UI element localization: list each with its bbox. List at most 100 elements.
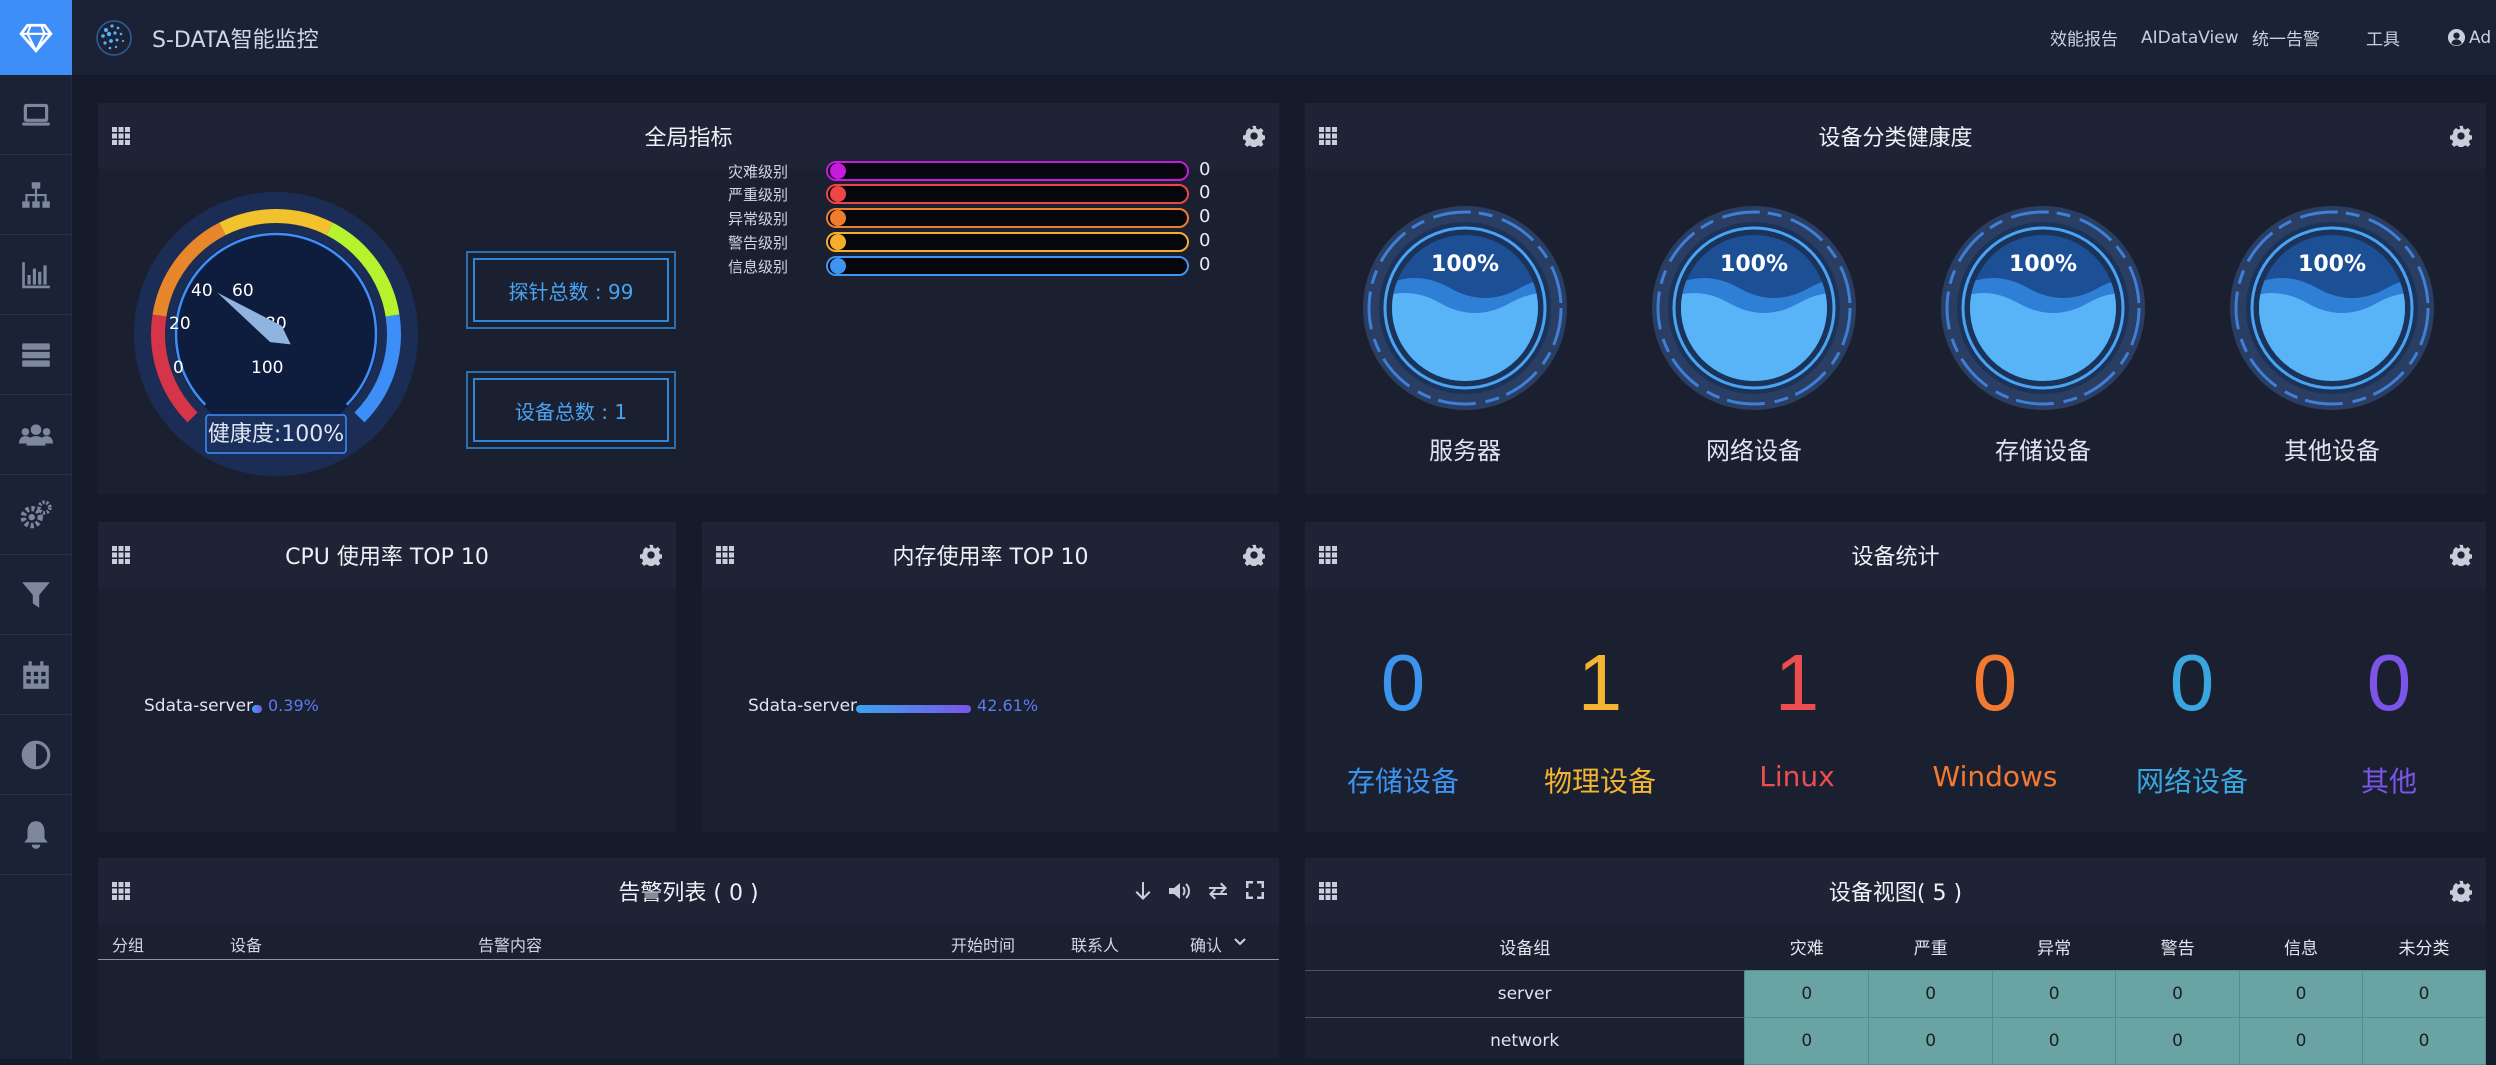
device-view-cell[interactable]: 0: [1868, 1016, 1994, 1065]
device-view-cell[interactable]: 0: [2362, 1016, 2486, 1065]
device-view-cell[interactable]: 0: [1992, 1016, 2117, 1065]
panel-header: 设备统计: [1305, 522, 2486, 588]
grid-icon[interactable]: [1319, 546, 1337, 564]
col-content[interactable]: 告警内容: [478, 932, 542, 956]
nav-tools[interactable]: 工具: [2366, 0, 2400, 75]
cpu-usage-value: 0.39%: [268, 696, 319, 715]
diamond-logo-icon[interactable]: [0, 0, 72, 75]
panel-title: 设备分类健康度: [1818, 126, 1973, 151]
device-view-row[interactable]: network 0 0 0 0 0 0: [1305, 1016, 2486, 1065]
health-pct: 100%: [1431, 252, 1499, 277]
category-health-panel: 设备分类健康度 100% 服务器 100% 网络设备 100% 存储设备 100% 其他设备: [1305, 103, 2486, 494]
device-view-cell[interactable]: 0: [2239, 969, 2363, 1018]
health-item[interactable]: 100% 其他设备: [2227, 203, 2437, 473]
stat-label[interactable]: 网络设备: [2092, 760, 2292, 800]
col-device-group: 设备组: [1499, 939, 1551, 960]
device-view-cell[interactable]: 0: [2115, 969, 2241, 1018]
gear-icon[interactable]: [2450, 125, 2472, 147]
sidebar: [0, 0, 72, 1059]
col-confirm[interactable]: 确认: [1190, 932, 1222, 956]
nav-efficiency-report[interactable]: 效能报告: [2050, 0, 2118, 75]
users-icon[interactable]: [0, 395, 72, 475]
health-item[interactable]: 100% 网络设备: [1649, 203, 1859, 473]
stat-count: 0: [1380, 638, 1426, 727]
panel-header: 告警列表 ( 0 ): [98, 858, 1279, 924]
app-title: S-DATA智能监控: [152, 27, 319, 53]
device-group-name[interactable]: network: [1305, 1016, 1745, 1064]
cogs-icon[interactable]: [0, 475, 72, 555]
stat-label[interactable]: Linux: [1697, 760, 1897, 793]
panel-title: 设备视图( 5 ): [1828, 881, 1963, 906]
alarm-table-header: 分组 设备 告警内容 开始时间 联系人 确认: [98, 924, 1279, 960]
fullscreen-icon[interactable]: [1245, 880, 1265, 900]
nav-user[interactable]: Ad: [2447, 0, 2491, 75]
device-view-cell[interactable]: 0: [2115, 1016, 2241, 1065]
level-bar: [826, 256, 1189, 276]
stat-label[interactable]: 存储设备: [1303, 760, 1503, 800]
level-label: 信息级别: [728, 258, 789, 276]
device-group-name[interactable]: server: [1305, 969, 1745, 1017]
arrow-down-icon[interactable]: [1133, 880, 1153, 902]
calendar-icon[interactable]: [0, 635, 72, 715]
mem-row-name: Sdata-server: [748, 696, 858, 716]
gear-icon[interactable]: [1243, 125, 1265, 147]
volume-icon[interactable]: [1167, 880, 1191, 902]
col-group[interactable]: 分组: [112, 932, 144, 956]
health-item[interactable]: 100% 服务器: [1360, 203, 1570, 473]
stat-label[interactable]: 其他: [2289, 760, 2489, 800]
panel-title: 内存使用率 TOP 10: [892, 545, 1089, 570]
device-view-cell[interactable]: 0: [1744, 969, 1870, 1018]
panel-title: 设备统计: [1851, 545, 1940, 570]
level-dot: [830, 163, 846, 179]
exchange-icon[interactable]: [1207, 880, 1229, 902]
nav-aidataview[interactable]: AIDataView: [2141, 0, 2239, 75]
gear-icon[interactable]: [2450, 880, 2472, 902]
stat-count: 0: [2366, 638, 2412, 727]
bar-chart-icon[interactable]: [0, 235, 72, 315]
memory-top10-panel: 内存使用率 TOP 10 Sdata-server 42.61%: [702, 522, 1279, 832]
filter-icon[interactable]: [0, 555, 72, 635]
grid-icon[interactable]: [1319, 127, 1337, 145]
col-disaster: 灾难: [1789, 939, 1824, 960]
health-label: 网络设备: [1706, 437, 1802, 465]
water-ball-icon: 100%: [1363, 206, 1567, 410]
stat-label[interactable]: Windows: [1895, 760, 2095, 793]
water-ball-icon: 100%: [1652, 206, 1856, 410]
level-dot: [830, 234, 846, 250]
col-contact[interactable]: 联系人: [1071, 932, 1119, 956]
bell-icon[interactable]: [0, 795, 72, 875]
gear-icon[interactable]: [2450, 544, 2472, 566]
contrast-icon[interactable]: [0, 715, 72, 795]
col-warning: 警告: [2160, 939, 2195, 960]
gear-icon[interactable]: [640, 544, 662, 566]
device-view-row[interactable]: server 0 0 0 0 0 0: [1305, 969, 2486, 1018]
device-view-cell[interactable]: 0: [2362, 969, 2486, 1018]
stat-count: 1: [1577, 638, 1623, 727]
grid-icon[interactable]: [112, 882, 130, 900]
gear-icon[interactable]: [1243, 544, 1265, 566]
device-view-cell[interactable]: 0: [1744, 1016, 1870, 1065]
device-view-cell[interactable]: 0: [1868, 969, 1994, 1018]
device-total-box: 设备总数 : 1: [466, 371, 676, 449]
grid-icon[interactable]: [1319, 882, 1337, 900]
nav-unified-alarm[interactable]: 统一告警: [2252, 0, 2320, 75]
grid-icon[interactable]: [716, 546, 734, 564]
sitemap-icon[interactable]: [0, 155, 72, 235]
laptop-icon[interactable]: [0, 75, 72, 155]
health-gauge: 0 20 40 60 80 100 健康度:100%: [134, 192, 418, 476]
server-icon[interactable]: [0, 315, 72, 395]
col-device[interactable]: 设备: [230, 932, 262, 956]
global-indicators-panel: 全局指标 0 20 40 60 80 100 健康度:100% 探针总数 : 9…: [98, 103, 1279, 494]
col-start-time[interactable]: 开始时间: [951, 932, 1015, 956]
device-view-cell[interactable]: 0: [1992, 969, 2117, 1018]
col-severe: 严重: [1913, 939, 1948, 960]
stat-label[interactable]: 物理设备: [1500, 760, 1700, 800]
level-bar: [826, 232, 1189, 252]
gauge-tick: 60: [232, 281, 254, 301]
grid-icon[interactable]: [112, 546, 130, 564]
mem-usage-bar: [856, 705, 972, 713]
grid-icon[interactable]: [112, 127, 130, 145]
health-item[interactable]: 100% 存储设备: [1938, 203, 2148, 473]
device-view-cell[interactable]: 0: [2239, 1016, 2363, 1065]
chevron-down-icon[interactable]: [1234, 938, 1246, 946]
